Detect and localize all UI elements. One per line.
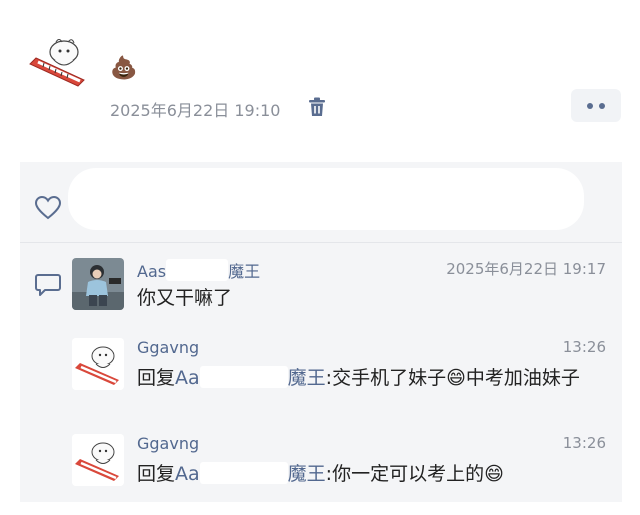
commenter-avatar[interactable]: [72, 434, 124, 486]
comment-icon: [34, 272, 62, 298]
heart-icon[interactable]: [34, 195, 62, 221]
reply-mention[interactable]: Aa 魔王: [175, 462, 326, 485]
comment-item[interactable]: Ggavng 13:26 回复Aa 魔王:交手机了妹子😄中考加油妹子: [72, 338, 620, 418]
commenter-avatar[interactable]: [72, 338, 124, 390]
more-button[interactable]: [571, 89, 621, 122]
redacted-name: [199, 366, 288, 388]
commenter-name[interactable]: Aas 魔王: [137, 258, 260, 282]
comment-text: 你又干嘛了: [137, 287, 233, 309]
comment-time: 13:26: [562, 338, 606, 356]
commenter-avatar[interactable]: [72, 258, 124, 310]
comment-time: 13:26: [562, 434, 606, 452]
poster-avatar[interactable]: [26, 36, 88, 92]
redacted-name: [199, 462, 288, 484]
comment-item[interactable]: Aas 魔王 2025年6月22日 19:17 你又干嘛了: [72, 258, 620, 318]
comment-text: 回复Aa 魔王:你一定可以考上的😄: [137, 462, 504, 485]
reply-mention[interactable]: Aa 魔王: [175, 366, 326, 389]
redacted-name: [166, 259, 229, 281]
commenter-name[interactable]: Ggavng: [137, 338, 199, 357]
comment-text: 回复Aa 魔王:交手机了妹子😄中考加油妹子: [137, 366, 580, 389]
likes-row: [20, 162, 622, 242]
trash-icon[interactable]: [306, 96, 328, 118]
comment-item[interactable]: Ggavng 13:26 回复Aa 魔王:你一定可以考上的😄: [72, 434, 620, 494]
post-timestamp: 2025年6月22日 19:10: [110, 101, 281, 120]
comment-time: 2025年6月22日 19:17: [446, 260, 606, 278]
redacted-likes: [68, 168, 584, 230]
more-icon: [587, 102, 593, 109]
divider: [20, 242, 622, 243]
commenter-name[interactable]: Ggavng: [137, 434, 199, 453]
interaction-panel: Aas 魔王 2025年6月22日 19:17 你又干嘛了 Ggavng 13:2…: [20, 162, 622, 502]
post-content: 💩: [110, 56, 138, 81]
